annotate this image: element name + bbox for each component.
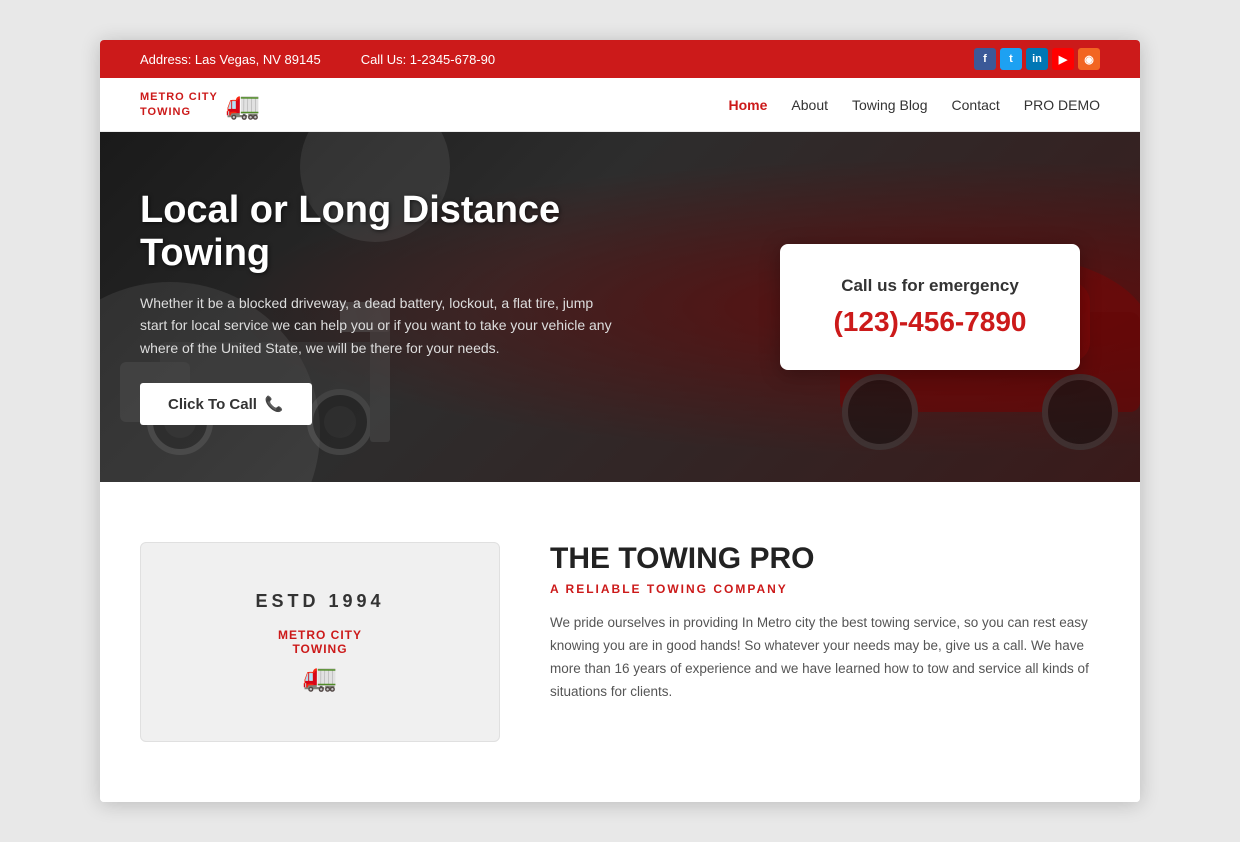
nav-bar: METRO CITY TOWING 🚛 Home About Towing Bl…: [100, 78, 1140, 132]
linkedin-icon[interactable]: in: [1026, 48, 1048, 70]
about-section: ESTD 1994 METRO CITY TOWING 🚛 THE TOWING…: [100, 482, 1140, 802]
click-to-call-button[interactable]: Click To Call 📞: [140, 383, 312, 425]
hero-description: Whether it be a blocked driveway, a dead…: [140, 292, 620, 359]
nav-about[interactable]: About: [791, 97, 828, 113]
about-text: THE TOWING PRO A RELIABLE TOWING COMPANY…: [550, 542, 1100, 704]
top-bar-left: Address: Las Vegas, NV 89145 Call Us: 1-…: [140, 52, 495, 67]
twitter-icon[interactable]: t: [1000, 48, 1022, 70]
browser-frame: Address: Las Vegas, NV 89145 Call Us: 1-…: [100, 40, 1140, 802]
rss-icon[interactable]: ◉: [1078, 48, 1100, 70]
about-logo-truck-icon: 🚛: [303, 660, 338, 693]
about-image-box: ESTD 1994 METRO CITY TOWING 🚛: [140, 542, 500, 742]
about-title: THE TOWING PRO: [550, 542, 1100, 576]
about-description: We pride ourselves in providing In Metro…: [550, 612, 1100, 704]
nav-home[interactable]: Home: [729, 97, 768, 113]
hero-title: Local or Long Distance Towing: [140, 189, 620, 276]
phone-icon: 📞: [265, 395, 284, 413]
top-bar: Address: Las Vegas, NV 89145 Call Us: 1-…: [100, 40, 1140, 78]
estd-text: ESTD 1994: [255, 591, 384, 612]
about-logo-mini-line2: TOWING: [292, 642, 347, 656]
emergency-phone: (123)-456-7890: [820, 306, 1040, 338]
about-subtitle: A RELIABLE TOWING COMPANY: [550, 582, 1100, 596]
youtube-icon[interactable]: ▶: [1052, 48, 1074, 70]
hero-section: Local or Long Distance Towing Whether it…: [100, 132, 1140, 482]
social-links: f t in ▶ ◉: [974, 48, 1100, 70]
logo-text: METRO CITY TOWING: [140, 90, 218, 119]
logo: METRO CITY TOWING 🚛: [140, 88, 261, 121]
about-logo-mini-line1: METRO CITY: [278, 628, 362, 642]
address-text: Address: Las Vegas, NV 89145: [140, 52, 321, 67]
emergency-label: Call us for emergency: [820, 276, 1040, 296]
hero-content: Local or Long Distance Towing Whether it…: [100, 189, 660, 426]
logo-truck-icon: 🚛: [226, 88, 261, 121]
nav-contact[interactable]: Contact: [952, 97, 1000, 113]
emergency-card: Call us for emergency (123)-456-7890: [780, 244, 1080, 370]
cta-label: Click To Call: [168, 396, 257, 413]
facebook-icon[interactable]: f: [974, 48, 996, 70]
call-text: Call Us: 1-2345-678-90: [361, 52, 495, 67]
nav-blog[interactable]: Towing Blog: [852, 97, 928, 113]
nav-pro-demo[interactable]: PRO DEMO: [1024, 97, 1100, 113]
nav-links: Home About Towing Blog Contact PRO DEMO: [729, 97, 1100, 113]
about-logo-mini: METRO CITY TOWING 🚛: [278, 628, 362, 693]
